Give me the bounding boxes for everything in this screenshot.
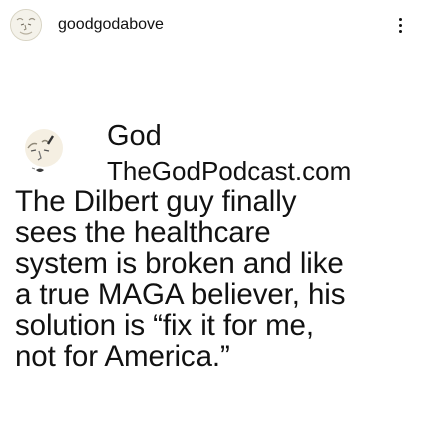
tweet-image: God TheGodPodcast.com The Dilbert guy fi…: [0, 108, 422, 438]
more-options-button[interactable]: [392, 12, 408, 38]
vertical-dots-icon-dot-2: [398, 23, 402, 27]
post-header: goodgodabove: [0, 0, 422, 50]
profile-avatar[interactable]: [10, 9, 42, 41]
tweet-avatar: [14, 118, 82, 186]
profile-username[interactable]: goodgodabove: [58, 15, 164, 35]
vertical-dots-icon: [398, 17, 402, 21]
tweet-author-handle: TheGodPodcast.com: [107, 156, 352, 186]
god-face-icon: [11, 10, 41, 40]
vertical-dots-icon-dot-3: [398, 29, 402, 33]
god-face-icon: [14, 118, 82, 186]
tweet-author-name: God: [107, 120, 162, 152]
tweet-text: The Dilbert guy finally sees the healthc…: [15, 185, 346, 373]
